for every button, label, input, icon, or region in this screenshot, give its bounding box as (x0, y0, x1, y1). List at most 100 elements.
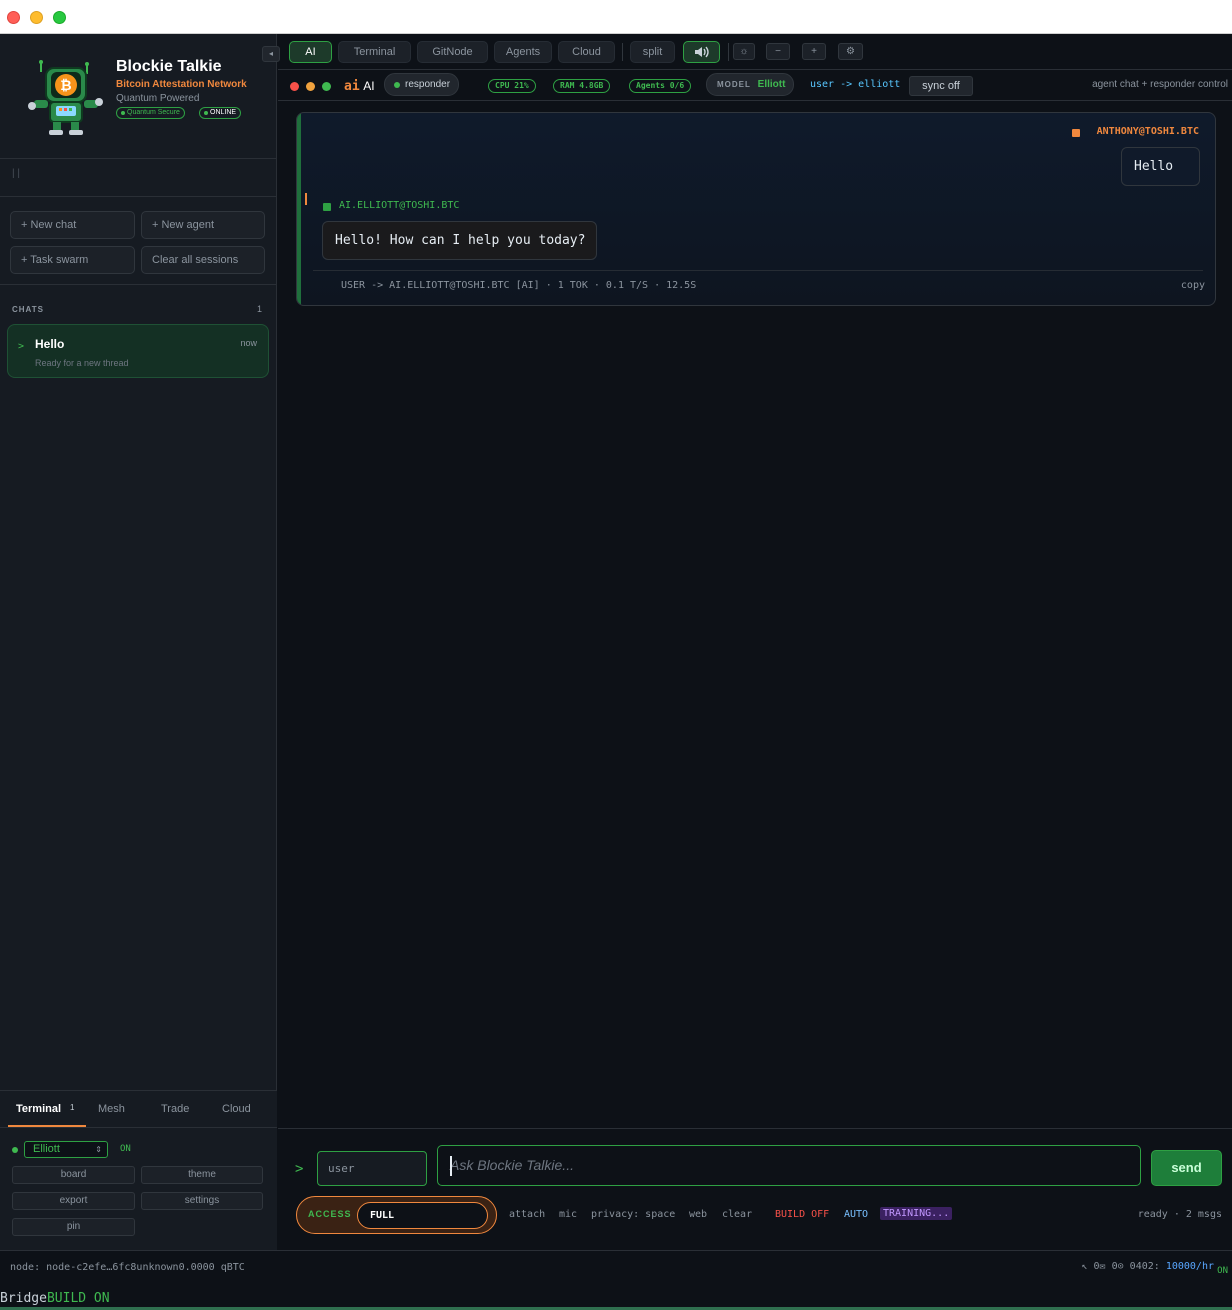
privacy-toggle[interactable]: privacy: space (591, 1209, 675, 1220)
collapse-sidebar-icon[interactable]: ◂ (262, 46, 280, 62)
cpu-badge: CPU 21% (488, 79, 536, 93)
window-close-button[interactable] (7, 11, 20, 24)
settings-button[interactable]: settings (141, 1192, 263, 1210)
access-control[interactable]: ACCESS FULL (296, 1196, 497, 1234)
access-label: ACCESS (308, 1209, 352, 1219)
responder-status-dot (394, 82, 400, 88)
build-toggle[interactable]: BUILD OFF (775, 1209, 829, 1220)
window-minimize-button[interactable] (30, 11, 43, 24)
theme-button[interactable]: theme (141, 1166, 263, 1184)
new-chat-button[interactable]: + New chat (10, 211, 135, 239)
window-maximize-button[interactable] (53, 11, 66, 24)
model-select-value: Elliott (33, 1143, 60, 1155)
new-agent-button[interactable]: + New agent (141, 211, 265, 239)
ram-badge: RAM 4.8GB (553, 79, 611, 93)
pin-button[interactable]: pin (12, 1218, 135, 1236)
speaker-button[interactable] (683, 41, 720, 63)
online-status-badge: ONLINE (199, 107, 242, 119)
sidebar-bottom-panel: Terminal 1 Mesh Trade Cloud Elliott ⇕ ON… (0, 1090, 277, 1250)
gear-icon[interactable]: ⚙ (838, 43, 863, 60)
divider (0, 1127, 277, 1128)
select-arrows-icon: ⇕ (95, 1145, 102, 1154)
training-badge: TRAINING... (880, 1207, 953, 1220)
message-meta: USER -> AI.ELLIOTT@TOSHI.BTC [AI] · 1 TO… (341, 280, 697, 291)
bridge-label: Bridge (0, 1291, 47, 1306)
message-input[interactable]: Ask Blockie Talkie... (437, 1145, 1141, 1186)
model-value: Elliott (757, 79, 786, 90)
split-button[interactable]: split (630, 41, 675, 63)
zoom-out-button[interactable]: − (766, 43, 790, 60)
model-state: ON (120, 1144, 131, 1154)
user-message-bubble: Hello (1121, 147, 1200, 186)
top-tab-bar: AI Terminal GitNode Agents Cloud split ☼… (278, 34, 1232, 70)
brand-title: Blockie Talkie (116, 58, 222, 75)
status-dot (12, 1147, 18, 1153)
zoom-in-button[interactable]: + (802, 43, 826, 60)
tab-cloud[interactable]: Cloud (222, 1103, 251, 1115)
build-on-label: BUILD ON (46, 1291, 110, 1306)
composer: > user Ask Blockie Talkie... send ACCESS… (278, 1128, 1232, 1250)
board-button[interactable]: board (12, 1166, 135, 1184)
composer-status: ready · 2 msgs (1137, 1209, 1222, 1220)
divider (313, 270, 1203, 271)
tab-trade[interactable]: Trade (161, 1103, 189, 1115)
tab-gitnode[interactable]: GitNode (417, 41, 488, 63)
prompt-chevron-icon: > (295, 1161, 304, 1177)
user-avatar-square (1072, 129, 1080, 137)
footer-stats: ↖ 0✉ 0⊙ 0402: 10000/hr (1082, 1261, 1214, 1272)
export-button[interactable]: export (12, 1192, 135, 1210)
chat-title: Hello (35, 337, 65, 351)
sun-icon[interactable]: ☼ (733, 43, 755, 60)
model-select[interactable]: Elliott ⇕ (24, 1141, 108, 1158)
route-label: user -> elliott (810, 79, 901, 90)
web-toggle[interactable]: web (689, 1209, 707, 1220)
divider (0, 158, 277, 159)
text-caret (450, 1156, 452, 1176)
responder-label: responder (405, 79, 451, 90)
card-accent-bar (297, 113, 301, 305)
attach-button[interactable]: attach (509, 1209, 545, 1220)
model-chip[interactable]: MODEL Elliott (706, 73, 795, 96)
statusbar-hint: agent chat + responder control (1092, 79, 1228, 90)
chats-header: CHATS (12, 305, 44, 314)
status-bar: ai AI responder CPU 21% RAM 4.8GB Agents… (278, 70, 1232, 101)
sync-toggle[interactable]: sync off (909, 76, 973, 96)
rate-value: 10000/hr (1165, 1261, 1214, 1272)
ai-mode-label: ai AI (344, 78, 375, 94)
clear-button[interactable]: clear (722, 1209, 752, 1220)
divider (728, 43, 729, 61)
terminal-count-badge: 1 (70, 1103, 75, 1112)
brand-subtitle: Bitcoin Attestation Network (116, 79, 247, 90)
task-swarm-button[interactable]: + Task swarm (10, 246, 135, 274)
bridge-status: BridgeBUILD ON (0, 1291, 110, 1306)
tab-ai[interactable]: AI (289, 41, 332, 63)
active-tab-indicator (8, 1125, 86, 1127)
send-button[interactable]: send (1151, 1150, 1222, 1186)
auto-toggle[interactable]: AUTO (844, 1209, 868, 1220)
footer-counters: ↖ 0✉ 0⊙ 0402: (1081, 1261, 1160, 1272)
status-dot-green (322, 82, 331, 91)
tab-cloud[interactable]: Cloud (558, 41, 615, 63)
divider (0, 284, 277, 285)
ai-prefix: ai (344, 79, 360, 94)
ai-avatar-square (323, 203, 331, 211)
status-dot-red (290, 82, 299, 91)
ai-message-bubble: Hello! How can I help you today? (322, 221, 597, 260)
mic-button[interactable]: mic (559, 1209, 577, 1220)
tab-agents[interactable]: Agents (494, 41, 552, 63)
tab-mesh[interactable]: Mesh (98, 1103, 125, 1115)
tab-terminal[interactable]: Terminal (338, 41, 411, 63)
quantum-secure-badge: Quantum Secure (116, 107, 185, 119)
clear-all-sessions-button[interactable]: Clear all sessions (141, 246, 265, 274)
speaker-icon (694, 46, 709, 58)
sidebar: ₿ Blockie Talkie Bitcoin Attestation Net… (0, 34, 277, 1250)
tab-terminal[interactable]: Terminal (16, 1103, 61, 1115)
responder-chip[interactable]: responder (384, 73, 460, 96)
access-level-select[interactable]: FULL (357, 1202, 488, 1229)
footer-on-indicator: ON (1217, 1266, 1228, 1276)
divider (622, 43, 623, 61)
speaker-input[interactable]: user (317, 1151, 427, 1186)
chat-list-item[interactable]: > Hello now Ready for a new thread (7, 324, 269, 378)
copy-button[interactable]: copy (1181, 280, 1205, 291)
agents-badge: Agents 0/6 (629, 79, 692, 93)
